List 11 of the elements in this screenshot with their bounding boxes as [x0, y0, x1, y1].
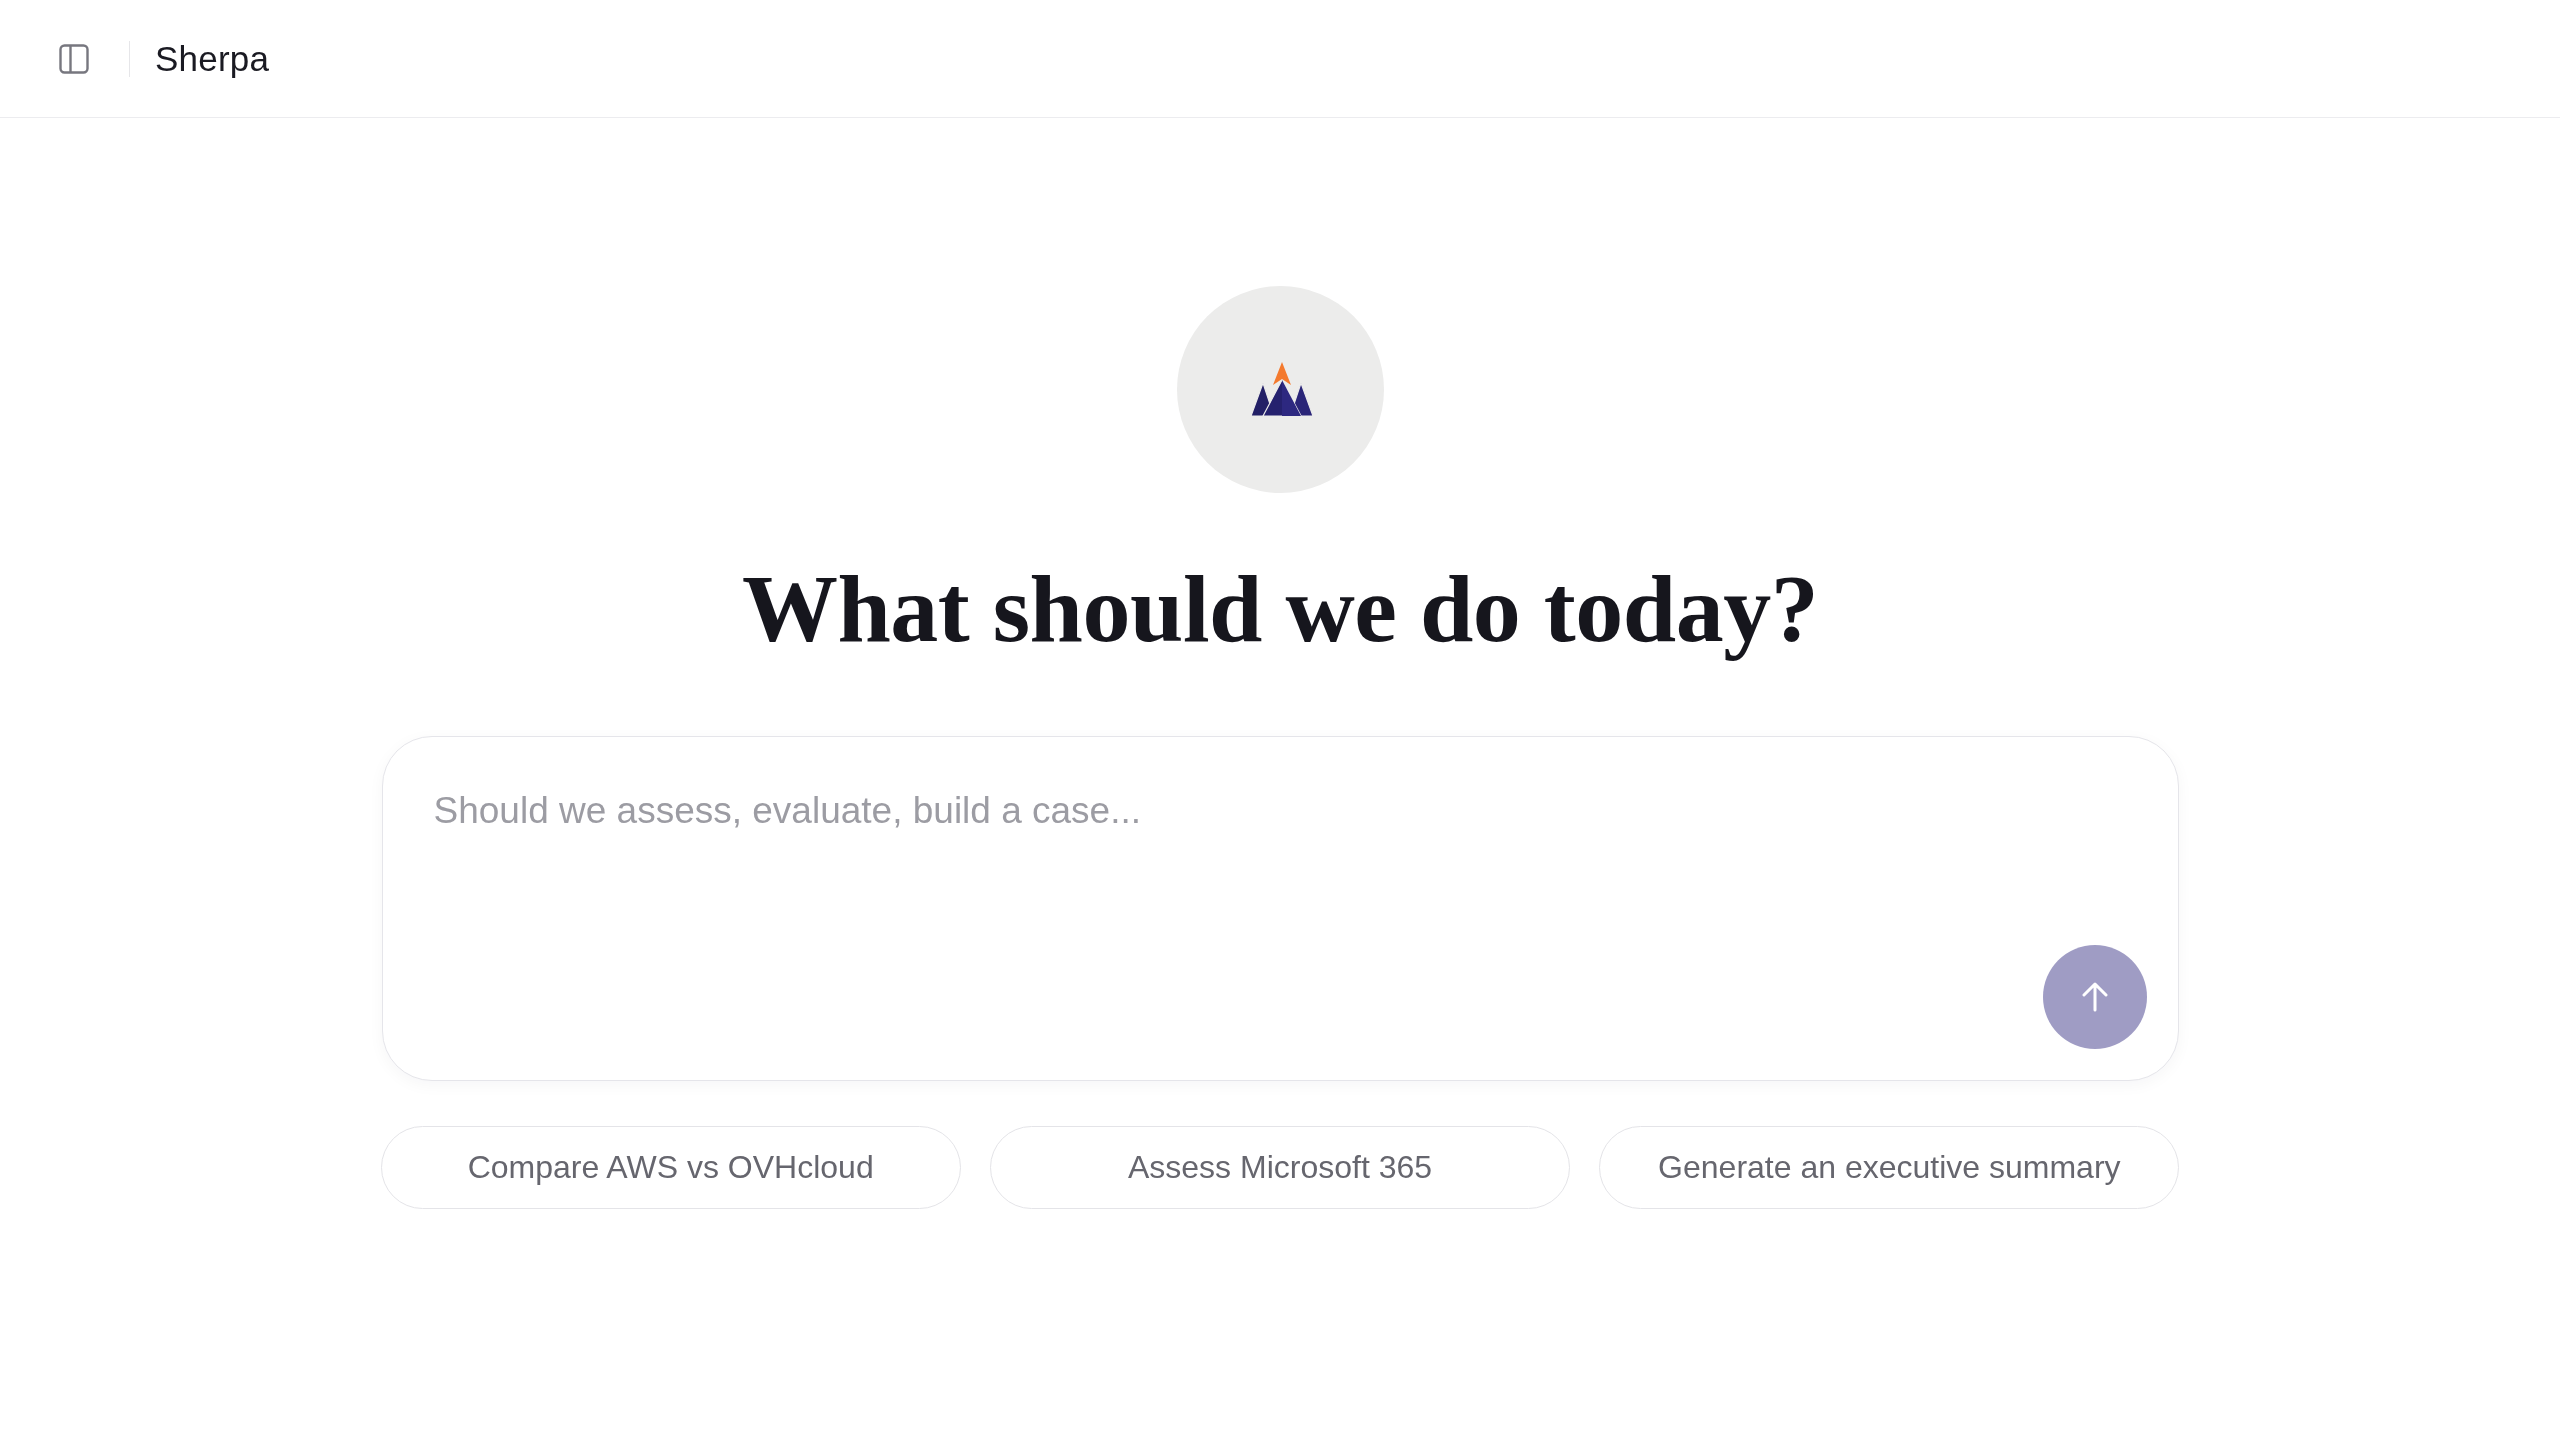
suggestion-chip[interactable]: Generate an executive summary	[1599, 1125, 2180, 1209]
message-input[interactable]: Should we assess, evaluate, build a case...	[433, 786, 2147, 945]
message-field[interactable]: Should we assess, evaluate, build a case...	[381, 735, 2179, 1081]
sidebar-panel-icon	[59, 43, 89, 74]
sidebar-toggle-button[interactable]	[57, 41, 91, 76]
suggestion-chip[interactable]: Compare AWS vs OVHcloud	[380, 1125, 961, 1209]
suggestion-chip[interactable]: Assess Microsoft 365	[989, 1125, 1571, 1209]
mountain-logo-icon	[1176, 286, 1384, 493]
app-title: Sherpa	[155, 38, 270, 79]
main-heading: What should we do today?	[741, 556, 1819, 662]
arrow-up-icon	[2080, 981, 2109, 1012]
